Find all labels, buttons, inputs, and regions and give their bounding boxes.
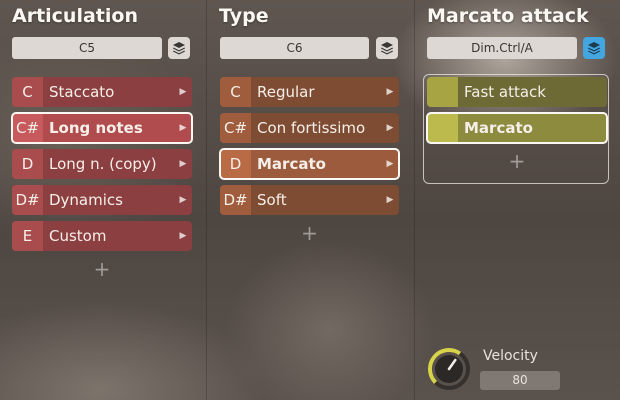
type-item[interactable]: C Regular ▶ <box>220 77 399 107</box>
chevron-right-icon[interactable]: ▶ <box>383 185 397 215</box>
articulation-item[interactable]: E Custom ▶ <box>12 221 192 251</box>
note-label: E <box>12 221 43 251</box>
add-attack-button[interactable]: + <box>427 149 607 173</box>
attack-title: Marcato attack <box>427 5 589 27</box>
attack-item[interactable]: Fast attack <box>427 77 607 107</box>
item-label: Long notes <box>49 119 143 137</box>
item-label: Soft <box>257 191 287 209</box>
chevron-right-icon[interactable]: ▶ <box>176 149 190 179</box>
item-label: Custom <box>49 227 107 245</box>
articulation-title: Articulation <box>12 5 138 27</box>
attack-key-field[interactable]: Dim.Ctrl/A <box>427 37 577 59</box>
type-item[interactable]: D Marcato ▶ <box>219 148 400 180</box>
articulation-key-field[interactable]: C5 <box>12 37 162 59</box>
note-label: D <box>220 149 251 179</box>
articulation-layers-button[interactable] <box>168 37 190 59</box>
articulation-item[interactable]: D# Dynamics ▶ <box>12 185 192 215</box>
layers-icon <box>173 42 185 55</box>
chevron-right-icon[interactable]: ▶ <box>383 113 397 143</box>
velocity-value-field[interactable]: 80 <box>480 371 560 390</box>
note-swatch <box>427 77 458 107</box>
articulation-list: C Staccato ▶ C# Long notes ▶ D Long n. (… <box>11 77 193 281</box>
chevron-right-icon[interactable]: ▶ <box>383 77 397 107</box>
type-item[interactable]: D# Soft ▶ <box>220 185 399 215</box>
chevron-right-icon[interactable]: ▶ <box>176 77 190 107</box>
type-layers-button[interactable] <box>376 37 398 59</box>
item-label: Fast attack <box>464 83 546 101</box>
articulation-column: Articulation C5 C Staccato ▶ C# Long not… <box>0 0 204 400</box>
item-label: Staccato <box>49 83 115 101</box>
velocity-knob[interactable] <box>427 347 471 391</box>
item-label: Dynamics <box>49 191 123 209</box>
type-title: Type <box>219 5 269 27</box>
velocity-label: Velocity <box>483 348 538 364</box>
note-label: D# <box>220 185 251 215</box>
note-label: D# <box>12 185 43 215</box>
note-label: C# <box>12 113 43 143</box>
layers-icon <box>588 42 600 55</box>
add-type-button[interactable]: + <box>220 221 399 245</box>
item-label: Long n. (copy) <box>49 155 157 173</box>
type-list: C Regular ▶ C# Con fortissimo ▶ D Marcat… <box>219 77 400 245</box>
chevron-right-icon[interactable]: ▶ <box>176 221 190 251</box>
type-column: Type C6 C Regular ▶ C# Con fortissimo ▶ … <box>206 0 412 400</box>
articulation-item[interactable]: C# Long notes ▶ <box>11 112 193 144</box>
type-key-field[interactable]: C6 <box>220 37 369 59</box>
note-swatch <box>427 113 458 143</box>
attack-list: Fast attack Marcato + <box>426 77 608 173</box>
note-label: C <box>220 77 251 107</box>
articulation-item[interactable]: C Staccato ▶ <box>12 77 192 107</box>
layers-icon <box>381 42 393 55</box>
attack-item[interactable]: Marcato <box>426 112 608 144</box>
note-label: C# <box>220 113 251 143</box>
articulation-item[interactable]: D Long n. (copy) ▶ <box>12 149 192 179</box>
attack-layers-button[interactable] <box>583 37 605 59</box>
chevron-right-icon[interactable]: ▶ <box>176 113 190 143</box>
item-label: Regular <box>257 83 315 101</box>
note-label: D <box>12 149 43 179</box>
item-label: Con fortissimo <box>257 119 366 137</box>
item-label: Marcato <box>257 155 326 173</box>
item-label: Marcato <box>464 119 533 137</box>
type-item[interactable]: C# Con fortissimo ▶ <box>220 113 399 143</box>
add-articulation-button[interactable]: + <box>12 257 192 281</box>
chevron-right-icon[interactable]: ▶ <box>383 149 397 179</box>
chevron-right-icon[interactable]: ▶ <box>176 185 190 215</box>
note-label: C <box>12 77 43 107</box>
attack-column: Marcato attack Dim.Ctrl/A Fast attack Ma… <box>414 0 620 400</box>
